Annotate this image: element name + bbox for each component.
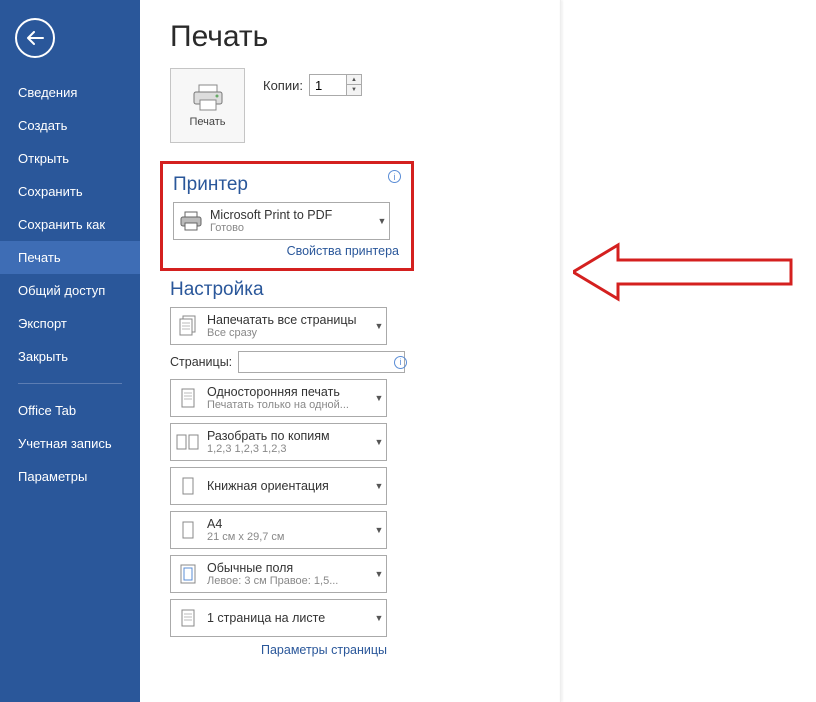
collate-sub: 1,2,3 1,2,3 1,2,3 — [207, 443, 370, 455]
page-title: Печать — [170, 20, 410, 54]
margins-select[interactable]: Обычные поля Левое: 3 см Правое: 1,5... … — [170, 555, 387, 593]
paper-icon — [180, 519, 196, 541]
ppsheet-label: 1 страница на листе — [207, 611, 370, 625]
paper-size-select[interactable]: A4 21 см x 29,7 см ▼ — [170, 511, 387, 549]
printer-name: Microsoft Print to PDF — [210, 208, 373, 222]
settings-heading: Настройка — [170, 279, 410, 301]
main-panel: Печать Печать Копии: ▲ ▼ — [140, 0, 816, 702]
nav-close[interactable]: Закрыть — [0, 340, 140, 373]
nav-save[interactable]: Сохранить — [0, 175, 140, 208]
nav-new[interactable]: Создать — [0, 109, 140, 142]
print-range-select[interactable]: Напечатать все страницы Все сразу ▼ — [170, 307, 387, 345]
nav-info[interactable]: Сведения — [0, 76, 140, 109]
orientation-label: Книжная ориентация — [207, 479, 370, 493]
printer-device-icon — [178, 210, 204, 232]
pages-label: Страницы: — [170, 355, 232, 369]
back-arrow-icon — [26, 31, 44, 45]
preview-divider — [560, 0, 561, 702]
nav-open[interactable]: Открыть — [0, 142, 140, 175]
duplex-select[interactable]: Односторонняя печать Печатать только на … — [170, 379, 387, 417]
collate-label: Разобрать по копиям — [207, 429, 370, 443]
collate-icon — [175, 431, 201, 453]
nav-account[interactable]: Учетная запись — [0, 427, 140, 460]
nav-print[interactable]: Печать — [0, 241, 140, 274]
margins-icon — [179, 563, 197, 585]
page-per-sheet-icon — [179, 607, 197, 629]
printer-icon — [191, 83, 225, 113]
printer-heading: Принтер — [173, 174, 399, 196]
copies-up[interactable]: ▲ — [347, 75, 361, 85]
printer-status: Готово — [210, 222, 373, 234]
chevron-down-icon: ▼ — [372, 437, 386, 447]
copies-down[interactable]: ▼ — [347, 85, 361, 95]
duplex-sub: Печатать только на одной... — [207, 399, 370, 411]
printer-info-icon[interactable]: i — [388, 170, 401, 183]
chevron-down-icon: ▼ — [372, 613, 386, 623]
document-stack-icon — [177, 314, 199, 338]
printer-select[interactable]: Microsoft Print to PDF Готово ▼ — [173, 202, 390, 240]
pages-input[interactable] — [238, 351, 405, 373]
collate-select[interactable]: Разобрать по копиям 1,2,3 1,2,3 1,2,3 ▼ — [170, 423, 387, 461]
copies-input[interactable] — [310, 75, 346, 95]
chevron-down-icon: ▼ — [372, 481, 386, 491]
nav-options[interactable]: Параметры — [0, 460, 140, 493]
page-setup-link[interactable]: Параметры страницы — [170, 643, 387, 657]
sidebar: Сведения Создать Открыть Сохранить Сохра… — [0, 0, 140, 702]
nav-office-tab[interactable]: Office Tab — [0, 394, 140, 427]
pages-per-sheet-select[interactable]: 1 страница на листе ▼ — [170, 599, 387, 637]
back-button[interactable] — [15, 18, 55, 58]
margins-label: Обычные поля — [207, 561, 370, 575]
portrait-icon — [180, 475, 196, 497]
paper-sub: 21 см x 29,7 см — [207, 531, 370, 543]
nav-export[interactable]: Экспорт — [0, 307, 140, 340]
pages-info-icon[interactable]: i — [394, 356, 407, 369]
print-range-sub: Все сразу — [207, 327, 370, 339]
chevron-down-icon: ▼ — [372, 321, 386, 331]
copies-label: Копии: — [263, 78, 303, 93]
chevron-down-icon: ▼ — [375, 216, 389, 226]
copies-stepper[interactable]: ▲ ▼ — [309, 74, 362, 96]
chevron-down-icon: ▼ — [372, 525, 386, 535]
nav-share[interactable]: Общий доступ — [0, 274, 140, 307]
page-single-icon — [179, 387, 197, 409]
printer-section: i Принтер Microsoft Print to PDF Готово … — [160, 161, 414, 271]
margins-sub: Левое: 3 см Правое: 1,5... — [207, 575, 370, 587]
orientation-select[interactable]: Книжная ориентация ▼ — [170, 467, 387, 505]
annotation-arrow — [573, 240, 803, 305]
sidebar-divider — [18, 383, 122, 384]
nav-save-as[interactable]: Сохранить как — [0, 208, 140, 241]
chevron-down-icon: ▼ — [372, 569, 386, 579]
print-range-label: Напечатать все страницы — [207, 313, 370, 327]
settings-section: Настройка Напечатать все страницы Все ср… — [170, 279, 410, 657]
printer-properties-link[interactable]: Свойства принтера — [173, 244, 399, 258]
print-button[interactable]: Печать — [170, 68, 245, 143]
print-button-label: Печать — [189, 116, 225, 128]
chevron-down-icon: ▼ — [372, 393, 386, 403]
paper-label: A4 — [207, 517, 370, 531]
duplex-label: Односторонняя печать — [207, 385, 370, 399]
